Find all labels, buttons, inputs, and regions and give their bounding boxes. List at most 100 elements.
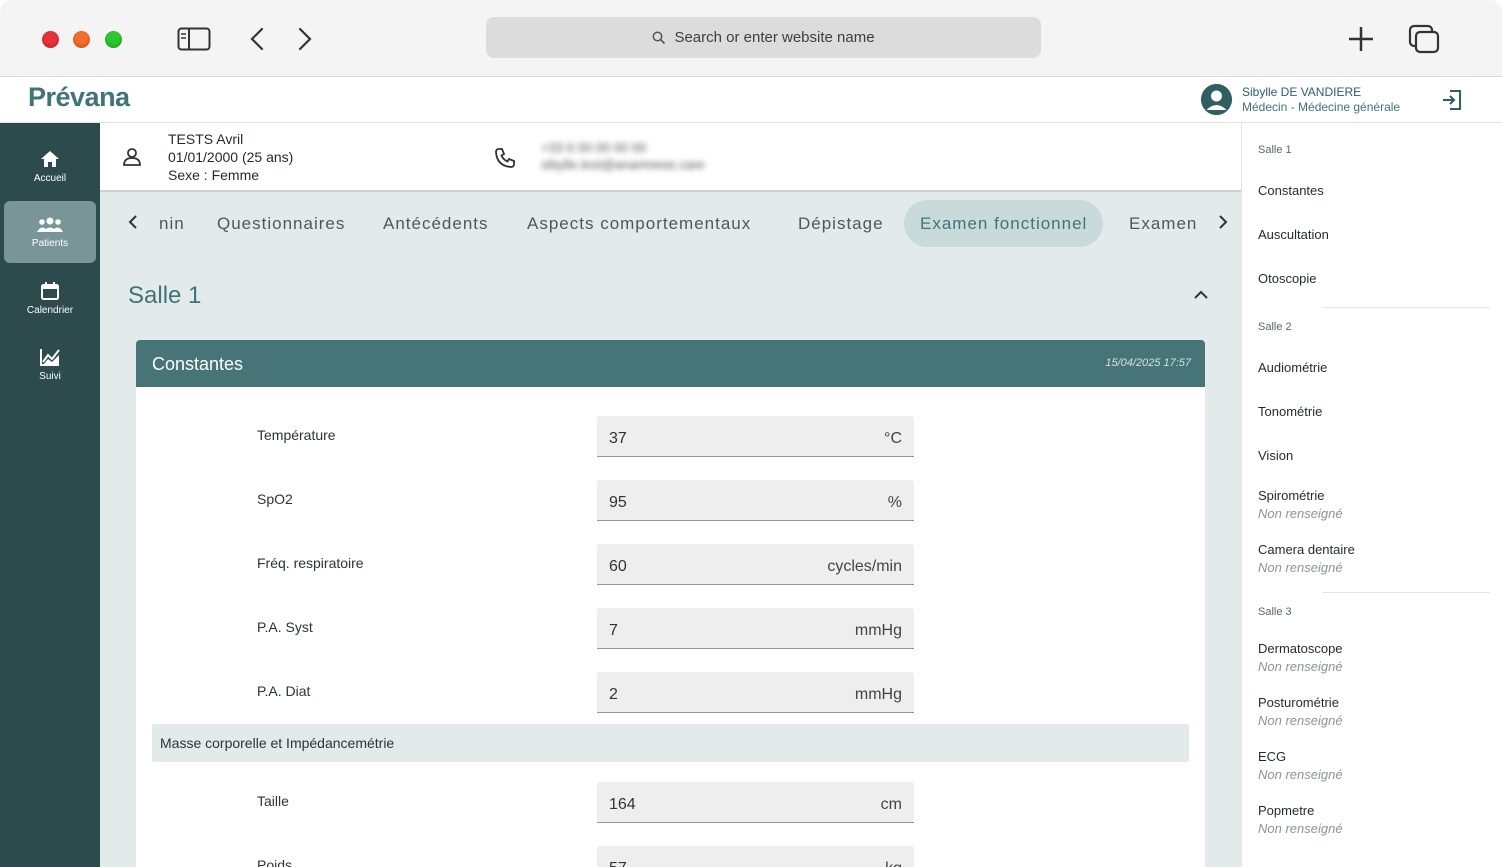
field-label: Taille [257, 793, 289, 809]
card-title: Constantes [152, 354, 244, 374]
group-heading-salle-3: Salle 3 [1258, 606, 1292, 618]
nav-item-dermatoscope[interactable]: Dermatoscope Non renseigné [1258, 641, 1343, 674]
tab-bar: nin Questionnaires Antécédents Aspects c… [100, 198, 1241, 248]
nav-item-status: Non renseigné [1258, 713, 1343, 728]
group-heading-salle-2: Salle 2 [1258, 321, 1292, 333]
field-unit: mmHg [854, 622, 902, 639]
field-label: Fréq. respiratoire [257, 555, 364, 571]
field-unit: cm [880, 796, 902, 813]
person-icon [122, 147, 142, 172]
tab-questionnaires[interactable]: Questionnaires [201, 200, 361, 247]
logout-icon[interactable] [1440, 88, 1464, 117]
nav-item-auscultation[interactable]: Auscultation [1258, 227, 1329, 242]
field-label: Poids [257, 857, 293, 867]
address-placeholder: Search or enter website name [674, 29, 875, 46]
nav-item-constantes[interactable]: Constantes [1258, 183, 1324, 198]
home-icon [41, 150, 59, 167]
forward-icon[interactable] [293, 22, 317, 56]
patients-icon [37, 217, 63, 232]
field-value: 57 [609, 860, 627, 867]
nav-item-label: Posturométrie [1258, 695, 1339, 710]
card-header: Constantes 15/04/2025 17:57 [136, 340, 1205, 387]
sidebar-item-label: Suivi [39, 370, 61, 382]
field-value: 7 [609, 622, 618, 639]
tab-nin[interactable]: nin [143, 200, 201, 247]
close-window-button[interactable] [42, 31, 59, 48]
nav-item-camera-dentaire[interactable]: Camera dentaire Non renseigné [1258, 542, 1355, 575]
nav-item-spirometrie[interactable]: Spirométrie Non renseigné [1258, 488, 1343, 521]
subsection-heading: Masse corporelle et Impédancemétrie [152, 724, 1189, 762]
divider [1322, 592, 1490, 593]
sidebar-item-calendrier[interactable]: Calendrier [4, 267, 96, 329]
field-unit: °C [884, 430, 902, 447]
sidebar-item-accueil[interactable]: Accueil [4, 135, 96, 197]
section-title: Salle 1 [128, 282, 202, 309]
tab-examen[interactable]: Examen [1113, 200, 1213, 247]
chart-icon [40, 348, 60, 366]
app-header: Prévana Sibylle DE VANDIERE Médecin - Mé… [0, 77, 1502, 123]
patient-phone: +33 6 00 00 00 00 [541, 140, 647, 155]
tab-antecedents[interactable]: Antécédents [367, 200, 505, 247]
temperature-field[interactable]: 37 °C [597, 416, 914, 457]
patient-name: TESTS Avril [168, 131, 244, 147]
tab-depistage[interactable]: Dépistage [782, 200, 900, 247]
field-unit: % [887, 494, 902, 511]
sidebar-item-label: Patients [31, 237, 69, 249]
tabs-scroll-right-icon[interactable] [1217, 212, 1229, 237]
sidebar-item-patients[interactable]: Patients [4, 201, 96, 263]
nav-item-popmetre[interactable]: Popmetre Non renseigné [1258, 803, 1343, 836]
nav-item-label: Spirométrie [1258, 488, 1325, 503]
nav-item-label: Popmetre [1258, 803, 1315, 818]
nav-item-status: Non renseigné [1258, 821, 1343, 836]
left-sidebar: Accueil Patients Calendrier Suivi [0, 123, 100, 867]
nav-item-audiometrie[interactable]: Audiométrie [1258, 360, 1327, 375]
field-value: 164 [609, 796, 636, 813]
pa-syst-field[interactable]: 7 mmHg [597, 608, 914, 649]
browser-chrome: Search or enter website name [0, 0, 1502, 77]
new-tab-icon[interactable] [1344, 22, 1378, 56]
user-avatar-icon[interactable] [1201, 84, 1232, 115]
field-label: Température [257, 427, 336, 443]
nav-item-otoscopie[interactable]: Otoscopie [1258, 271, 1317, 286]
calendar-icon [41, 281, 59, 300]
field-label: P.A. Syst [257, 619, 313, 635]
field-unit: cycles/min [827, 558, 902, 575]
back-icon[interactable] [245, 22, 269, 56]
nav-item-tonometrie[interactable]: Tonométrie [1258, 404, 1322, 419]
taille-field[interactable]: 164 cm [597, 782, 914, 823]
tab-examen-fonctionnel[interactable]: Examen fonctionnel [904, 200, 1104, 247]
patient-sex: Sexe : Femme [168, 167, 260, 183]
field-value: 2 [609, 686, 618, 703]
group-heading-salle-1: Salle 1 [1258, 144, 1292, 156]
nav-item-label: ECG [1258, 749, 1287, 764]
tab-aspects-comportementaux[interactable]: Aspects comportementaux [511, 200, 767, 247]
field-value: 60 [609, 558, 627, 575]
field-unit: mmHg [854, 686, 902, 703]
address-bar[interactable]: Search or enter website name [486, 17, 1041, 58]
field-unit: kg [885, 860, 902, 867]
search-icon [652, 31, 666, 44]
nav-item-posturometrie[interactable]: Posturométrie Non renseigné [1258, 695, 1343, 728]
minimize-window-button[interactable] [73, 31, 90, 48]
sidebar-item-label: Calendrier [26, 304, 74, 316]
field-value: 37 [609, 430, 627, 447]
nav-item-label: Camera dentaire [1258, 542, 1355, 557]
nav-item-vision[interactable]: Vision [1258, 448, 1293, 463]
tabs-overview-icon[interactable] [1406, 22, 1442, 56]
spo2-field[interactable]: 95 % [597, 480, 914, 521]
sidebar-toggle-icon[interactable] [176, 22, 212, 56]
collapse-chevron-up-icon[interactable] [1192, 288, 1210, 307]
maximize-window-button[interactable] [105, 31, 122, 48]
field-value: 95 [609, 494, 627, 511]
nav-item-status: Non renseigné [1258, 767, 1343, 782]
user-name: Sibylle DE VANDIERE [1242, 85, 1362, 99]
patient-email: sibylle.test@anamnese.care [541, 157, 705, 172]
app-logo[interactable]: Prévana [28, 82, 130, 113]
tabs-scroll-left-icon[interactable] [127, 212, 139, 237]
freq-respiratoire-field[interactable]: 60 cycles/min [597, 544, 914, 585]
nav-item-ecg[interactable]: ECG Non renseigné [1258, 749, 1343, 782]
phone-icon [494, 147, 516, 174]
pa-diat-field[interactable]: 2 mmHg [597, 672, 914, 713]
sidebar-item-suivi[interactable]: Suivi [4, 333, 96, 395]
poids-field[interactable]: 57 kg [597, 846, 914, 867]
